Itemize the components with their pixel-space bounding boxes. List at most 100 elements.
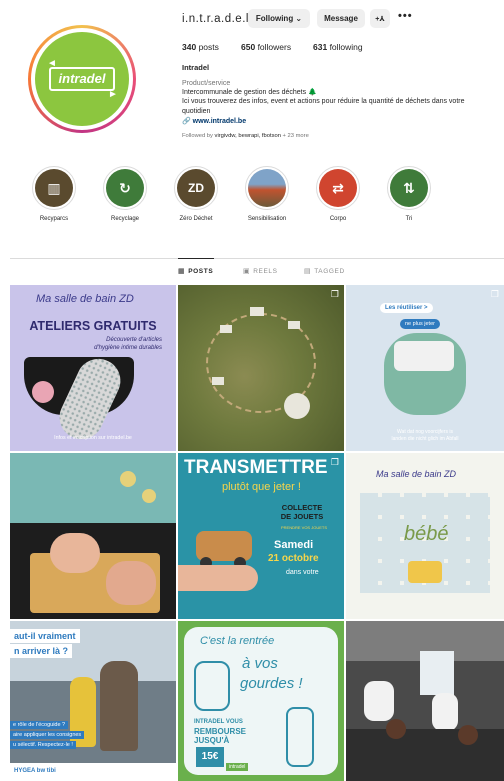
profile-link[interactable]: 🔗 www.intradel.be — [182, 117, 246, 125]
tab-label: POSTS — [188, 267, 214, 275]
profile-category: Product/service — [182, 80, 231, 87]
following-count[interactable]: 631 following — [313, 42, 363, 52]
post-cooking[interactable] — [10, 453, 176, 619]
post-script: gourdes ! — [240, 675, 303, 692]
post-text: aire appliquer les consignes — [10, 731, 85, 739]
post-body: INTRADEL VOUS — [194, 719, 243, 725]
zd-icon: ZD — [177, 169, 215, 207]
post-script-title: Ma salle de bain ZD — [36, 293, 134, 305]
profile-link-text: www.intradel.be — [192, 118, 247, 125]
folded-cloth — [394, 341, 454, 371]
tent — [288, 321, 300, 329]
post-body: REMBOURSE — [194, 727, 247, 736]
post-tag: Les réutiliser > — [380, 303, 433, 313]
post-rentree-gourdes[interactable]: C'est la rentrée à vos gourdes ! INTRADE… — [178, 621, 344, 781]
person-photo — [100, 661, 138, 751]
highlight-ring: ZD — [174, 166, 218, 210]
baby-items-illustration — [408, 561, 442, 583]
post-text: u sélectif. Respectez-le ! — [10, 741, 76, 749]
avatar-background: intradel ◄ ► — [31, 28, 133, 130]
water-bottle-icon — [286, 707, 314, 767]
post-text: e rôle de l'écoguide ? — [10, 721, 69, 729]
hand — [178, 565, 258, 591]
carousel-icon: ❐ — [490, 289, 499, 299]
display-board — [420, 651, 454, 695]
post-script: à vos — [242, 655, 278, 672]
logo-arrow-icon: ◄ — [47, 58, 57, 69]
hand — [106, 561, 156, 605]
post-transmettre[interactable]: TRANSMETTRE plutôt que jeter ! COLLECTE … — [178, 453, 344, 619]
tab-posts[interactable]: ▦ POSTS — [178, 267, 214, 276]
following-button[interactable]: Following ⌄ — [248, 9, 310, 28]
followed-by[interactable]: Followed by virgivdw, bewrapi, fbotson +… — [182, 133, 309, 139]
menstrual-cup-illustration — [32, 381, 54, 403]
profile-username: i.n.t.r.a.d.e.l — [182, 13, 249, 25]
post-ecoguide[interactable]: aut-il vraiment n arriver là ? e rôle de… — [10, 621, 176, 781]
post-tag: ne plus jeter — [400, 319, 440, 329]
highlight-label: Recyparcs — [39, 216, 69, 222]
message-button[interactable]: Message — [317, 9, 365, 28]
followers-number: 650 — [241, 42, 256, 52]
post-event-photo[interactable] — [346, 621, 504, 781]
tab-tagged[interactable]: ▤ TAGGED — [304, 267, 345, 276]
post-subtitle: d'hygiène intime durables — [94, 345, 162, 351]
active-tab-indicator — [178, 258, 214, 259]
tab-reels[interactable]: ▣ REELS — [243, 267, 278, 276]
signpost-icon: ⇅ — [390, 169, 428, 207]
highlight-zero-dechet[interactable]: ZD Zéro Déchet — [166, 166, 226, 222]
highlight-ring — [245, 166, 289, 210]
tag-icon: ▤ — [304, 268, 312, 275]
post-caption: landen die nicht glich im Abfall — [391, 436, 459, 442]
highlight-ring: ▥ — [32, 166, 76, 210]
posts-number: 340 — [182, 42, 197, 52]
post-reutiliser[interactable]: Les réutiliser > ne plus jeter Wat dat n… — [346, 285, 504, 451]
following-number: 631 — [313, 42, 328, 52]
post-heading: aut-il vraiment — [10, 629, 80, 643]
followed-by-names: virgivdw, bewrapi, fbotson — [214, 133, 281, 139]
profile-avatar[interactable]: intradel ◄ ► — [28, 25, 136, 133]
collecte-label: DE JOUETS — [280, 512, 324, 521]
child-head — [458, 725, 478, 745]
post-caption: Wat dat nog voorcijfers is — [397, 429, 453, 435]
crowd-photo-icon — [248, 169, 286, 207]
following-label: following — [329, 42, 363, 52]
tab-label: TAGGED — [314, 267, 345, 275]
highlight-corpo[interactable]: ⇄ Corpo — [308, 166, 368, 222]
recycled-figure — [364, 681, 394, 721]
avatar-logo: intradel ◄ ► — [35, 32, 129, 126]
post-script-title: Ma salle de bain ZD — [376, 469, 457, 479]
post-salle-de-bain-bebe[interactable]: Ma salle de bain ZD bébé — [346, 453, 504, 619]
highlight-label: Corpo — [329, 216, 347, 222]
audience-photo — [346, 729, 504, 781]
backpack-icon — [194, 661, 230, 711]
highlight-label: Zéro Déchet — [179, 216, 213, 222]
highlight-tri[interactable]: ⇅ Tri — [379, 166, 439, 222]
followers-count[interactable]: 650 followers — [241, 42, 291, 52]
post-date: 21 octobre — [268, 553, 319, 564]
reels-icon: ▣ — [243, 268, 251, 275]
followed-by-prefix: Followed by — [182, 133, 215, 139]
tabs-divider — [10, 258, 504, 259]
posts-count: 340 posts — [182, 42, 219, 52]
collecte-label: COLLECTE — [281, 503, 323, 512]
highlight-sensibilisation[interactable]: Sensibilisation — [237, 166, 297, 222]
highlight-recyclage[interactable]: ↻ Recyclage — [95, 166, 155, 222]
add-user-button[interactable]: +⅄ — [370, 9, 390, 28]
tab-label: REELS — [253, 267, 278, 275]
highlight-label: Tri — [405, 216, 413, 222]
tent — [250, 307, 264, 316]
post-heading: n arriver là ? — [10, 644, 73, 658]
hand — [50, 533, 100, 573]
brand-badge: intradel — [226, 763, 249, 771]
bio-line: Ici vous trouverez des infos, event et a… — [182, 98, 465, 115]
grid-icon: ▦ — [178, 268, 186, 275]
post-subtitle: plutôt que jeter ! — [222, 481, 301, 493]
partner-logos: HYGEA bw tibi — [10, 763, 176, 781]
more-options-icon[interactable]: ••• — [398, 10, 413, 22]
post-script: C'est la rentrée — [200, 635, 275, 647]
post-footer: Infos et inscription sur intradel.be — [54, 435, 132, 441]
post-ateliers-gratuits[interactable]: Ma salle de bain ZD ATELIERS GRATUITS Dé… — [10, 285, 176, 451]
highlight-recyparcs[interactable]: ▥ Recyparcs — [24, 166, 84, 222]
link-icon: 🔗 — [182, 118, 191, 125]
post-aerial-camp[interactable]: ❐ — [178, 285, 344, 451]
